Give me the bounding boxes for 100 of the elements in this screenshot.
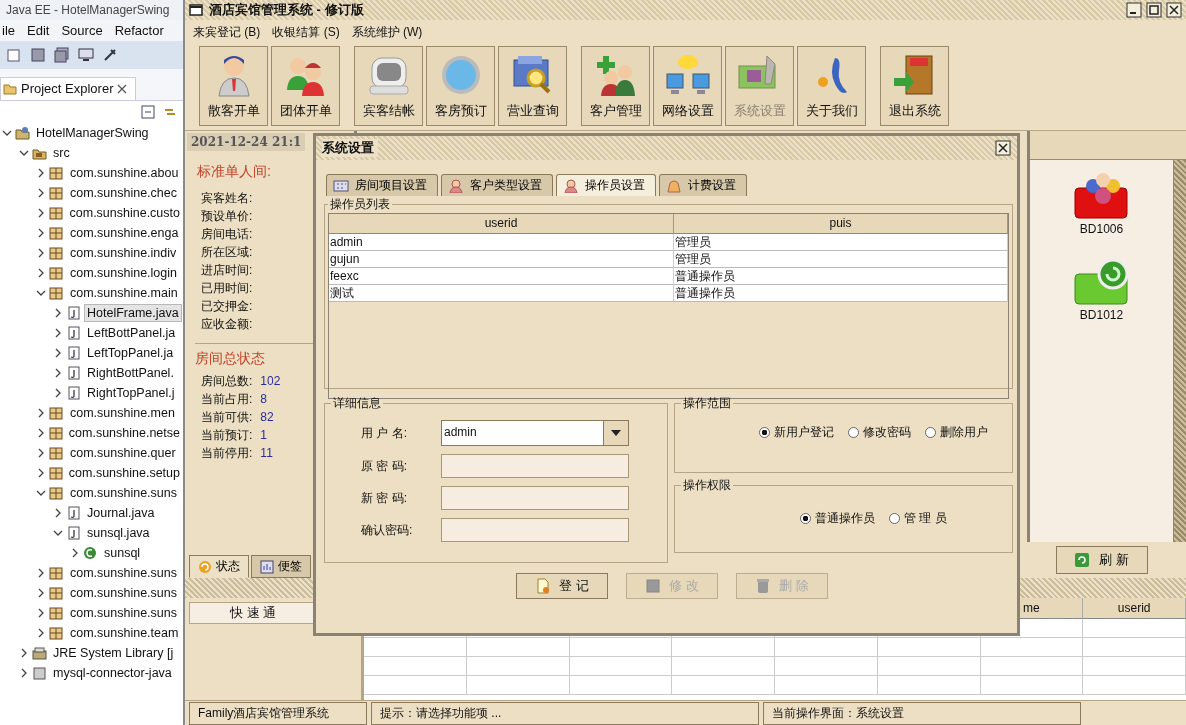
chevron-down-icon[interactable]	[2, 128, 12, 138]
radio-label[interactable]: 新用户登记	[774, 424, 834, 441]
chevron-right-icon[interactable]	[53, 368, 63, 378]
radio-button[interactable]	[925, 427, 936, 438]
menu-item[interactable]: Edit	[27, 23, 50, 38]
column-header[interactable]: puis	[674, 214, 1008, 234]
chevron-down-icon[interactable]	[53, 528, 63, 538]
dialog-button[interactable]: 登 记	[516, 573, 608, 599]
tree-item[interactable]: com.sunshine.indiv	[67, 244, 180, 262]
chevron-right-icon[interactable]	[53, 348, 63, 358]
chevron-right-icon[interactable]	[19, 668, 29, 678]
chevron-right-icon[interactable]	[36, 188, 46, 198]
tree-item[interactable]: Journal.java	[84, 504, 158, 522]
chevron-right-icon[interactable]	[36, 628, 46, 638]
radio-label[interactable]: 管 理 员	[904, 510, 947, 527]
settings-tab[interactable]: 计费设置	[659, 174, 747, 196]
column-header[interactable]: userid	[1083, 598, 1186, 619]
project-explorer-tab[interactable]: Project Explorer	[0, 77, 137, 100]
tree-item[interactable]: HotelFrame.java	[84, 304, 182, 322]
chevron-right-icon[interactable]	[36, 208, 46, 218]
chevron-right-icon[interactable]	[36, 408, 46, 418]
menu-item[interactable]: 来宾登记 (B)	[193, 24, 261, 38]
tree-item[interactable]: com.sunshine.suns	[67, 564, 180, 582]
panel-tab[interactable]: 便签	[251, 555, 311, 578]
settings-tab[interactable]: 客户类型设置	[441, 174, 553, 196]
save-icon[interactable]	[30, 47, 46, 63]
menu-item[interactable]: Source	[61, 23, 103, 38]
menu-item[interactable]: Refactor	[114, 23, 164, 38]
tree-item[interactable]: HotelManagerSwing	[33, 124, 152, 142]
monitor-icon[interactable]	[78, 47, 94, 63]
radio-label[interactable]: 修改密码	[863, 424, 911, 441]
close-icon[interactable]	[117, 83, 128, 94]
toolbar-button[interactable]: 宾客结帐	[354, 46, 423, 126]
radio-button[interactable]	[889, 513, 901, 524]
input-field[interactable]	[441, 518, 629, 542]
chevron-right-icon[interactable]	[53, 308, 63, 318]
tree-item[interactable]: com.sunshine.suns	[67, 484, 180, 502]
chevron-right-icon[interactable]	[36, 268, 46, 278]
tree-item[interactable]: com.sunshine.abou	[67, 164, 182, 182]
toolbar-button[interactable]: 退出系统	[880, 46, 949, 126]
chevron-right-icon[interactable]	[36, 608, 46, 618]
toolbar-button[interactable]: 网络设置	[653, 46, 722, 126]
chevron-right-icon[interactable]	[53, 328, 63, 338]
tree-item[interactable]: com.sunshine.men	[67, 404, 178, 422]
radio-label[interactable]: 删除用户	[940, 424, 988, 441]
tree-item[interactable]: com.sunshine.suns	[67, 584, 180, 602]
radio-label[interactable]: 普通操作员	[815, 510, 876, 527]
radio-button[interactable]	[848, 427, 859, 438]
tree-item[interactable]: com.sunshine.setup	[65, 464, 183, 482]
toolbar-button[interactable]: 营业查询	[498, 46, 567, 126]
menu-item[interactable]: 收银结算 (S)	[272, 24, 340, 38]
column-header[interactable]: userid	[329, 214, 674, 234]
room-available-icon[interactable]	[1072, 256, 1131, 306]
tree-item[interactable]: com.sunshine.suns	[67, 604, 180, 622]
tree-item[interactable]: RightBottPanel.	[84, 364, 177, 382]
close-icon[interactable]	[995, 140, 1011, 156]
tree-item[interactable]: com.sunshine.team	[67, 624, 182, 642]
room-occupied-icon[interactable]	[1072, 170, 1131, 220]
tree-item[interactable]: com.sunshine.chec	[67, 184, 180, 202]
chevron-right-icon[interactable]	[36, 248, 46, 258]
new-icon[interactable]	[6, 47, 22, 63]
chevron-down-icon[interactable]	[36, 288, 46, 298]
radio-button[interactable]	[800, 513, 812, 524]
chevron-right-icon[interactable]	[19, 648, 29, 658]
chevron-right-icon[interactable]	[36, 468, 46, 478]
toolbar-button[interactable]: 关于我们	[797, 46, 866, 126]
toolbar-button[interactable]: 客户管理	[581, 46, 650, 126]
tree-item[interactable]: sunsql	[101, 544, 144, 562]
tree-item[interactable]: LeftTopPanel.ja	[84, 344, 177, 362]
chevron-right-icon[interactable]	[53, 388, 63, 398]
minimize-icon[interactable]	[1126, 2, 1142, 18]
menu-item[interactable]: ile	[2, 23, 15, 38]
tree-item[interactable]: com.sunshine.enga	[67, 224, 182, 242]
toolbar-button[interactable]: 散客开单	[199, 46, 268, 126]
chevron-down-icon[interactable]	[19, 148, 29, 158]
tree-item[interactable]: sunsql.java	[84, 524, 153, 542]
tree-item[interactable]: com.sunshine.quer	[67, 444, 179, 462]
tree-item[interactable]: JRE System Library [j	[50, 644, 177, 662]
panel-tab[interactable]: 状态	[189, 555, 249, 578]
tree-item[interactable]: LeftBottPanel.ja	[84, 324, 179, 342]
tree-item[interactable]: com.sunshine.custo	[66, 204, 183, 222]
username-dropdown[interactable]: admin	[441, 420, 629, 446]
settings-tab[interactable]: 操作员设置	[556, 174, 656, 196]
toolbar-button[interactable]: 团体开单	[271, 46, 340, 126]
chevron-right-icon[interactable]	[70, 548, 80, 558]
save-all-icon[interactable]	[54, 47, 70, 63]
chevron-right-icon[interactable]	[36, 428, 46, 438]
toolbar-button[interactable]: 客房预订	[426, 46, 495, 126]
chevron-right-icon[interactable]	[36, 228, 46, 238]
chevron-right-icon[interactable]	[36, 168, 46, 178]
scrollbar[interactable]	[1173, 160, 1186, 542]
radio-button[interactable]	[759, 427, 770, 438]
chevron-right-icon[interactable]	[36, 448, 46, 458]
pin-icon[interactable]	[102, 47, 118, 63]
tree-item[interactable]: com.sunshine.login	[67, 264, 180, 282]
collapse-all-icon[interactable]	[141, 105, 155, 119]
chevron-right-icon[interactable]	[53, 508, 63, 518]
settings-tab[interactable]: 房间项目设置	[326, 174, 438, 196]
menu-item[interactable]: 系统维护 (W)	[351, 24, 423, 38]
close-icon[interactable]	[1166, 2, 1182, 18]
